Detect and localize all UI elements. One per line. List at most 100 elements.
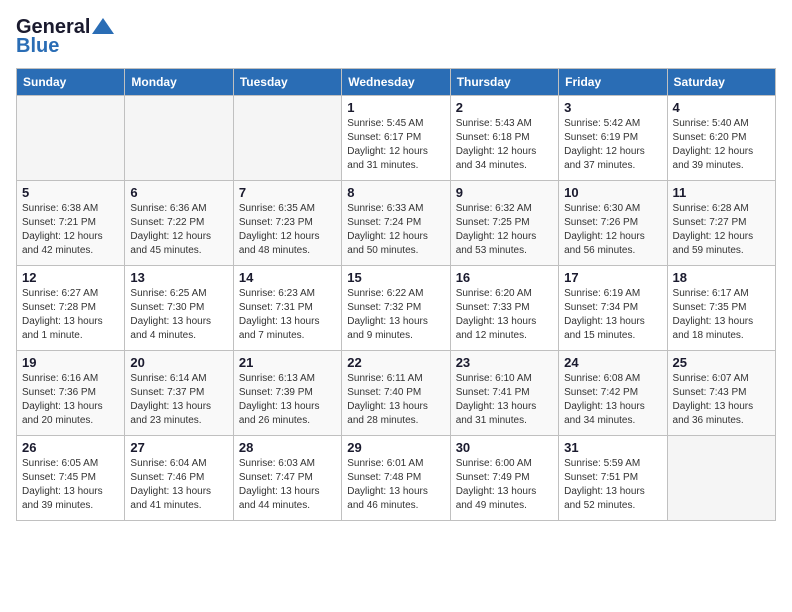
day-number: 30 [456, 440, 553, 455]
calendar-cell: 12 Sunrise: 6:27 AM Sunset: 7:28 PM Dayli… [17, 266, 125, 351]
week-row-1: 1Sunrise: 5:45 AM Sunset: 6:17 PM Daylig… [17, 96, 776, 181]
day-info: Sunrise: 6:35 AM Sunset: 7:23 PM Dayligh… [239, 202, 336, 258]
calendar-cell: 31 Sunrise: 5:59 AM Sunset: 7:51 PM Dayli… [559, 436, 667, 521]
calendar-body: 1Sunrise: 5:45 AM Sunset: 6:17 PM Daylig… [17, 96, 776, 521]
day-number: 3 [564, 100, 661, 115]
day-number: 25 [673, 355, 770, 370]
day-number: 16 [456, 270, 553, 285]
column-header-wednesday: Wednesday [342, 69, 450, 96]
day-number: 22 [347, 355, 444, 370]
day-info: Sunrise: 6:36 AM Sunset: 7:22 PM Dayligh… [130, 202, 227, 258]
day-info: Sunrise: 6:17 AM Sunset: 7:35 PM Dayligh… [673, 287, 770, 343]
day-number: 12 [22, 270, 119, 285]
calendar-cell: 18 Sunrise: 6:17 AM Sunset: 7:35 PM Dayli… [667, 266, 775, 351]
day-number: 2 [456, 100, 553, 115]
day-info: Sunrise: 5:45 AM Sunset: 6:17 PM Dayligh… [347, 117, 444, 173]
calendar-cell: 20 Sunrise: 6:14 AM Sunset: 7:37 PM Dayli… [125, 351, 233, 436]
day-info: Sunrise: 6:19 AM Sunset: 7:34 PM Dayligh… [564, 287, 661, 343]
day-number: 13 [130, 270, 227, 285]
calendar-cell: 16 Sunrise: 6:20 AM Sunset: 7:33 PM Dayli… [450, 266, 558, 351]
day-info: Sunrise: 6:04 AM Sunset: 7:46 PM Dayligh… [130, 457, 227, 513]
day-info: Sunrise: 6:22 AM Sunset: 7:32 PM Dayligh… [347, 287, 444, 343]
logo: General Blue [16, 16, 114, 58]
calendar-cell: 9 Sunrise: 6:32 AM Sunset: 7:25 PM Daylig… [450, 181, 558, 266]
day-info: Sunrise: 5:59 AM Sunset: 7:51 PM Dayligh… [564, 457, 661, 513]
calendar-cell: 23 Sunrise: 6:10 AM Sunset: 7:41 PM Dayli… [450, 351, 558, 436]
column-header-saturday: Saturday [667, 69, 775, 96]
day-number: 31 [564, 440, 661, 455]
calendar-cell: 10Sunrise: 6:30 AM Sunset: 7:26 PM Dayli… [559, 181, 667, 266]
day-number: 14 [239, 270, 336, 285]
day-number: 15 [347, 270, 444, 285]
day-info: Sunrise: 6:16 AM Sunset: 7:36 PM Dayligh… [22, 372, 119, 428]
calendar-cell: 26 Sunrise: 6:05 AM Sunset: 7:45 PM Dayli… [17, 436, 125, 521]
day-number: 8 [347, 185, 444, 200]
day-info: Sunrise: 6:38 AM Sunset: 7:21 PM Dayligh… [22, 202, 119, 258]
week-row-5: 26 Sunrise: 6:05 AM Sunset: 7:45 PM Dayli… [17, 436, 776, 521]
day-info: Sunrise: 6:14 AM Sunset: 7:37 PM Dayligh… [130, 372, 227, 428]
page-header: General Blue [16, 16, 776, 58]
calendar-cell: 19 Sunrise: 6:16 AM Sunset: 7:36 PM Dayli… [17, 351, 125, 436]
day-number: 9 [456, 185, 553, 200]
calendar-cell: 1Sunrise: 5:45 AM Sunset: 6:17 PM Daylig… [342, 96, 450, 181]
calendar-cell: 29 Sunrise: 6:01 AM Sunset: 7:48 PM Dayli… [342, 436, 450, 521]
day-number: 7 [239, 185, 336, 200]
day-info: Sunrise: 5:40 AM Sunset: 6:20 PM Dayligh… [673, 117, 770, 173]
day-info: Sunrise: 6:28 AM Sunset: 7:27 PM Dayligh… [673, 202, 770, 258]
calendar-cell: 3Sunrise: 5:42 AM Sunset: 6:19 PM Daylig… [559, 96, 667, 181]
calendar-cell: 4 Sunrise: 5:40 AM Sunset: 6:20 PM Daylig… [667, 96, 775, 181]
day-info: Sunrise: 6:10 AM Sunset: 7:41 PM Dayligh… [456, 372, 553, 428]
calendar-cell: 2 Sunrise: 5:43 AM Sunset: 6:18 PM Daylig… [450, 96, 558, 181]
calendar-header-row: SundayMondayTuesdayWednesdayThursdayFrid… [17, 69, 776, 96]
column-header-sunday: Sunday [17, 69, 125, 96]
day-info: Sunrise: 6:08 AM Sunset: 7:42 PM Dayligh… [564, 372, 661, 428]
day-number: 17 [564, 270, 661, 285]
day-number: 24 [564, 355, 661, 370]
calendar-cell: 28Sunrise: 6:03 AM Sunset: 7:47 PM Dayli… [233, 436, 341, 521]
day-number: 23 [456, 355, 553, 370]
calendar-cell: 7 Sunrise: 6:35 AM Sunset: 7:23 PM Daylig… [233, 181, 341, 266]
calendar-cell: 5 Sunrise: 6:38 AM Sunset: 7:21 PM Daylig… [17, 181, 125, 266]
day-number: 4 [673, 100, 770, 115]
day-info: Sunrise: 6:00 AM Sunset: 7:49 PM Dayligh… [456, 457, 553, 513]
day-number: 19 [22, 355, 119, 370]
day-number: 11 [673, 185, 770, 200]
day-info: Sunrise: 6:11 AM Sunset: 7:40 PM Dayligh… [347, 372, 444, 428]
calendar-cell: 27 Sunrise: 6:04 AM Sunset: 7:46 PM Dayli… [125, 436, 233, 521]
calendar-cell [667, 436, 775, 521]
day-info: Sunrise: 6:32 AM Sunset: 7:25 PM Dayligh… [456, 202, 553, 258]
calendar-cell: 30 Sunrise: 6:00 AM Sunset: 7:49 PM Dayli… [450, 436, 558, 521]
day-number: 5 [22, 185, 119, 200]
calendar-cell: 14 Sunrise: 6:23 AM Sunset: 7:31 PM Dayli… [233, 266, 341, 351]
day-info: Sunrise: 6:05 AM Sunset: 7:45 PM Dayligh… [22, 457, 119, 513]
calendar-cell: 17 Sunrise: 6:19 AM Sunset: 7:34 PM Dayli… [559, 266, 667, 351]
day-info: Sunrise: 5:43 AM Sunset: 6:18 PM Dayligh… [456, 117, 553, 173]
day-info: Sunrise: 6:03 AM Sunset: 7:47 PM Dayligh… [239, 457, 336, 513]
day-number: 29 [347, 440, 444, 455]
day-number: 10 [564, 185, 661, 200]
day-info: Sunrise: 6:01 AM Sunset: 7:48 PM Dayligh… [347, 457, 444, 513]
calendar-cell [17, 96, 125, 181]
day-number: 18 [673, 270, 770, 285]
column-header-friday: Friday [559, 69, 667, 96]
day-info: Sunrise: 6:20 AM Sunset: 7:33 PM Dayligh… [456, 287, 553, 343]
logo-icon [92, 18, 114, 34]
day-number: 27 [130, 440, 227, 455]
day-info: Sunrise: 6:23 AM Sunset: 7:31 PM Dayligh… [239, 287, 336, 343]
day-number: 20 [130, 355, 227, 370]
day-number: 21 [239, 355, 336, 370]
column-header-tuesday: Tuesday [233, 69, 341, 96]
week-row-4: 19 Sunrise: 6:16 AM Sunset: 7:36 PM Dayli… [17, 351, 776, 436]
calendar-cell: 6 Sunrise: 6:36 AM Sunset: 7:22 PM Daylig… [125, 181, 233, 266]
day-info: Sunrise: 6:25 AM Sunset: 7:30 PM Dayligh… [130, 287, 227, 343]
day-info: Sunrise: 6:27 AM Sunset: 7:28 PM Dayligh… [22, 287, 119, 343]
calendar-cell: 21Sunrise: 6:13 AM Sunset: 7:39 PM Dayli… [233, 351, 341, 436]
calendar-cell: 25 Sunrise: 6:07 AM Sunset: 7:43 PM Dayli… [667, 351, 775, 436]
calendar-cell: 22 Sunrise: 6:11 AM Sunset: 7:40 PM Dayli… [342, 351, 450, 436]
day-number: 6 [130, 185, 227, 200]
calendar-cell [233, 96, 341, 181]
day-info: Sunrise: 6:07 AM Sunset: 7:43 PM Dayligh… [673, 372, 770, 428]
calendar-table: SundayMondayTuesdayWednesdayThursdayFrid… [16, 68, 776, 521]
column-header-thursday: Thursday [450, 69, 558, 96]
day-number: 26 [22, 440, 119, 455]
